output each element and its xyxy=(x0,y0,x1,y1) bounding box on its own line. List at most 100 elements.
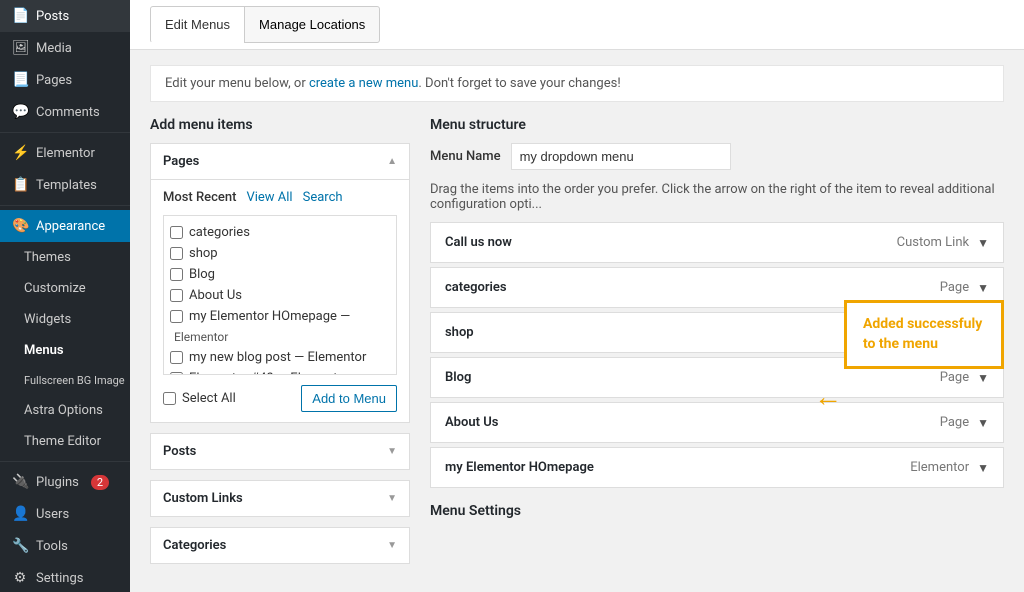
menu-item-label: Blog xyxy=(445,370,471,385)
pages-panel: Pages ▲ Most Recent View All Search cate… xyxy=(150,143,410,423)
sidebar-item-theme-editor[interactable]: Theme Editor xyxy=(0,426,130,457)
sidebar: 📄 Posts 🖼 Media 📃 Pages 💬 Comments ⚡ Ele… xyxy=(0,0,130,592)
comments-icon: 💬 xyxy=(12,104,28,120)
menu-item-right: Page ▼ xyxy=(940,415,989,430)
sidebar-item-media[interactable]: 🖼 Media xyxy=(0,32,130,64)
pages-icon: 📃 xyxy=(12,72,28,88)
page-checkbox-blog[interactable] xyxy=(170,268,183,281)
sidebar-item-label: Templates xyxy=(36,178,97,193)
pages-panel-arrow: ▲ xyxy=(387,156,397,167)
sidebar-item-plugins[interactable]: 🔌 Plugins 2 xyxy=(0,466,130,498)
sidebar-item-elementor[interactable]: ⚡ Elementor xyxy=(0,137,130,169)
users-icon: 👤 xyxy=(12,506,28,522)
sidebar-item-astra[interactable]: Astra Options xyxy=(0,395,130,426)
tools-label: Tools xyxy=(36,539,68,554)
categories-panel-label: Categories xyxy=(163,538,226,553)
pages-panel-label: Pages xyxy=(163,154,199,169)
sidebar-item-themes[interactable]: Themes xyxy=(0,242,130,273)
appearance-icon: 🎨 xyxy=(12,218,28,234)
select-all-checkbox[interactable] xyxy=(163,392,176,405)
tab-most-recent[interactable]: Most Recent xyxy=(163,190,236,205)
plugins-label: Plugins xyxy=(36,475,79,490)
sidebar-divider xyxy=(0,132,130,133)
sidebar-item-tools[interactable]: 🔧 Tools xyxy=(0,530,130,562)
menu-item-dropdown-arrow[interactable]: ▼ xyxy=(977,281,989,295)
sidebar-item-comments[interactable]: 💬 Comments xyxy=(0,96,130,128)
menu-item-right: Page ▼ xyxy=(940,370,989,385)
customize-label: Customize xyxy=(24,281,86,296)
list-item: categories xyxy=(170,222,390,243)
select-all-label[interactable]: Select All xyxy=(163,391,236,406)
sidebar-item-settings[interactable]: ⚙ Settings xyxy=(0,562,130,592)
info-text-after: . Don't forget to save your changes! xyxy=(418,76,620,91)
menu-item-label: shop xyxy=(445,325,474,340)
tab-search[interactable]: Search xyxy=(303,190,343,205)
pages-list: categories shop Blog About Us xyxy=(163,215,397,375)
menu-name-label: Menu Name xyxy=(430,149,501,164)
menu-item-dropdown-arrow[interactable]: ▼ xyxy=(977,371,989,385)
add-menu-items-title: Add menu items xyxy=(150,117,410,133)
sidebar-item-appearance[interactable]: 🎨 Appearance xyxy=(0,210,130,242)
categories-panel-arrow: ▼ xyxy=(387,540,397,551)
sidebar-item-posts[interactable]: 📄 Posts xyxy=(0,0,130,32)
select-all-text: Select All xyxy=(182,391,236,406)
page-checkbox-categories[interactable] xyxy=(170,226,183,239)
tab-manage-locations[interactable]: Manage Locations xyxy=(244,6,380,43)
add-to-menu-button[interactable]: Add to Menu xyxy=(301,385,397,412)
sidebar-item-fullscreen[interactable]: Fullscreen BG Image xyxy=(0,366,130,395)
tab-view-all[interactable]: View All xyxy=(246,190,292,205)
plugins-badge: 2 xyxy=(91,475,109,490)
menu-item-type: Elementor xyxy=(910,460,969,475)
create-new-menu-link[interactable]: create a new menu xyxy=(309,76,418,91)
sidebar-item-label: Pages xyxy=(36,73,72,88)
list-item: Blog xyxy=(170,264,390,285)
page-checkbox-shop[interactable] xyxy=(170,247,183,260)
menus-label: Menus xyxy=(24,343,64,358)
page-label: shop xyxy=(189,246,218,261)
arrow-indicator: ← xyxy=(814,380,842,413)
categories-panel[interactable]: Categories ▼ xyxy=(150,527,410,564)
page-label: Blog xyxy=(189,267,215,282)
menu-item-label: About Us xyxy=(445,415,498,430)
page-label: my Elementor HOmepage — xyxy=(189,309,350,324)
menu-item-elementor-home: my Elementor HOmepage Elementor ▼ xyxy=(430,447,1004,488)
sidebar-item-label: Elementor xyxy=(36,146,95,161)
sidebar-item-templates[interactable]: 📋 Templates xyxy=(0,169,130,201)
notification-box: Added successfuly to the menu xyxy=(844,300,1004,369)
pages-panel-body: Most Recent View All Search categories s… xyxy=(151,180,409,422)
page-label: my new blog post — Elementor xyxy=(189,350,366,365)
posts-panel[interactable]: Posts ▼ xyxy=(150,433,410,470)
page-checkbox-elementor-home[interactable] xyxy=(170,310,183,323)
posts-icon: 📄 xyxy=(12,8,28,24)
posts-panel-arrow: ▼ xyxy=(387,446,397,457)
custom-links-panel[interactable]: Custom Links ▼ xyxy=(150,480,410,517)
list-item: Elementor xyxy=(170,327,390,347)
menu-item-dropdown-arrow[interactable]: ▼ xyxy=(977,416,989,430)
page-checkbox-el40[interactable] xyxy=(170,372,183,375)
sidebar-item-users[interactable]: 👤 Users xyxy=(0,498,130,530)
pages-panel-header[interactable]: Pages ▲ xyxy=(151,144,409,180)
tab-edit-menus[interactable]: Edit Menus xyxy=(150,6,245,43)
sidebar-item-pages[interactable]: 📃 Pages xyxy=(0,64,130,96)
menu-item-label: my Elementor HOmepage xyxy=(445,460,594,475)
menu-name-row: Menu Name xyxy=(430,143,1004,170)
page-checkbox-about[interactable] xyxy=(170,289,183,302)
sidebar-item-widgets[interactable]: Widgets xyxy=(0,304,130,335)
select-all-row: Select All Add to Menu xyxy=(163,385,397,412)
left-panel: Add menu items Pages ▲ Most Recent View … xyxy=(150,117,410,574)
pages-tabs: Most Recent View All Search xyxy=(163,190,397,205)
sidebar-item-menus[interactable]: Menus xyxy=(0,335,130,366)
page-checkbox-blog-post[interactable] xyxy=(170,351,183,364)
posts-panel-label: Posts xyxy=(163,444,196,459)
sidebar-item-customize[interactable]: Customize xyxy=(0,273,130,304)
menu-item-dropdown-arrow[interactable]: ▼ xyxy=(977,461,989,475)
elementor-icon: ⚡ xyxy=(12,145,28,161)
menu-item-dropdown-arrow[interactable]: ▼ xyxy=(977,236,989,250)
menu-item-type: Page xyxy=(940,370,969,385)
menu-name-input[interactable] xyxy=(511,143,731,170)
list-item: Elementor #40 — Elementor xyxy=(170,368,390,375)
page-header: Edit Menus Manage Locations xyxy=(130,0,1024,50)
menu-item-call-us-now: Call us now Custom Link ▼ xyxy=(430,222,1004,263)
sidebar-item-label: Appearance xyxy=(36,219,105,234)
users-label: Users xyxy=(36,507,69,522)
